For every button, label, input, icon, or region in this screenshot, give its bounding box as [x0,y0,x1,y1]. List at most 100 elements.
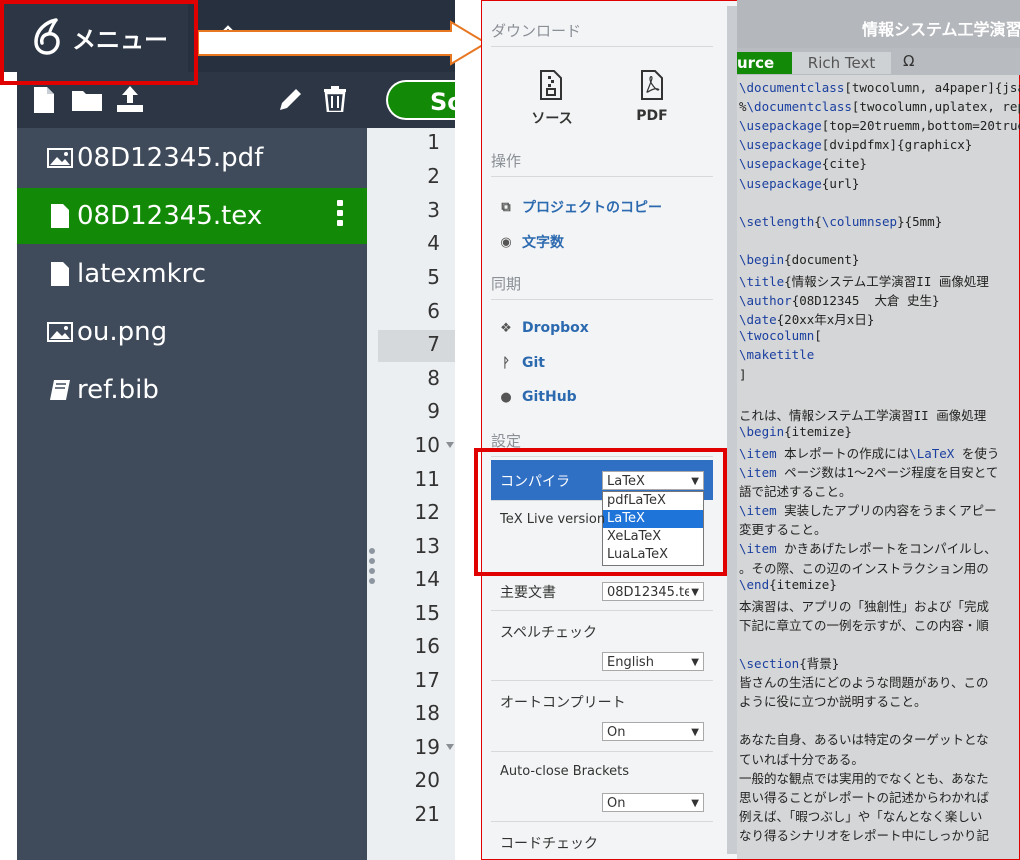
copy-project-label: プロジェクトのコピー [522,200,662,216]
file-name: ref.bib [77,375,159,405]
line-number: 19 [414,735,440,759]
code-line: \section{背景} [739,656,840,671]
code-line: \begin{itemize} [739,423,852,439]
main-document-label: 主要文書 [500,585,556,601]
new-file-icon[interactable] [32,87,56,113]
code-check-label: コードチェック [500,836,598,852]
file-options-kebab-icon[interactable] [337,200,343,226]
code-line: ] [739,366,747,382]
line-number: 15 [414,601,440,625]
code-line: 皆さんの生活にどのような問題があり、この [739,675,989,691]
panel-resize-handle[interactable] [369,548,375,588]
line-number: 10 [414,433,440,457]
git-sync-link[interactable]: ᚹ Git [498,355,545,371]
file-item-latexmkrc[interactable]: latexmkrc [17,246,367,302]
download-pdf-button[interactable]: PDF [626,70,678,130]
line-number: 9 [427,399,440,423]
github-sync-link[interactable]: ● GitHub [498,389,577,405]
autocomplete-label: オートコンプリート [500,695,626,711]
left-margin [0,72,17,860]
code-line: \usepackage{url} [739,175,860,191]
spellcheck-select[interactable]: English ▼ [602,652,704,671]
github-label: GitHub [522,389,577,405]
line-number: 16 [414,634,440,658]
code-line: \usepackage[top=20truemm,bottom=20truem [739,118,1020,134]
callout-arrow-icon [198,20,488,66]
copy-project-link[interactable]: ⧉ プロジェクトのコピー [498,197,662,217]
code-line: \setlength{\columnsep}{5mm} [739,213,943,229]
file-pdf-icon [641,70,663,100]
download-source-label: ソース [531,111,573,127]
project-title: 情報システム工学演習 [862,20,1020,39]
chevron-down-icon: ▼ [691,798,699,809]
book-icon [47,377,73,403]
code-line: \twocolumn[ [739,328,822,344]
autocomplete-select[interactable]: On ▼ [602,722,704,741]
code-line: ように役に立つか説明すること。 [739,694,927,710]
download-source-button[interactable]: ソース [526,70,578,130]
delete-trash-icon[interactable] [324,86,346,112]
word-count-link[interactable]: ◉ 文字数 [498,232,564,252]
actions-section-title: 操作 [491,152,522,170]
divider [491,299,713,300]
dropbox-label: Dropbox [522,320,589,336]
file-name: latexmkrc [77,259,207,289]
chevron-down-icon: ▼ [689,583,699,600]
code-line: これは、情報システム工学演習II 画像処理 [739,407,987,423]
fold-arrow-icon[interactable] [446,442,454,448]
code-line: 思い得ることがレポートの記述からわかれば [739,789,990,805]
code-line: 一般的な観点では実用的でなくとも、あなた [739,770,989,786]
code-line: 下記に章立ての一例を示すが、この内容・順 [739,617,989,633]
source-mode-button[interactable]: So [386,80,464,120]
divider [491,46,713,47]
code-line: \usepackage[dvipdfmx]{graphicx} [739,137,973,153]
code-line: \documentclass[twocolumn, a4paper]{jsar [739,80,1020,95]
git-label: Git [522,355,545,371]
file-item-tex[interactable]: 08D12345.tex [17,188,367,244]
main-document-value: 08D12345.tex [607,585,700,600]
tab-rich-text[interactable]: Rich Text [792,52,891,74]
code-line: \item ページ数は1～2ページ程度を目安とて [739,465,999,480]
file-item-bib[interactable]: ref.bib [17,362,367,418]
github-icon: ● [500,389,512,405]
upload-icon[interactable] [116,86,144,112]
code-line: 本演習は、アプリの「独創性」および「完成 [739,598,990,614]
rename-pencil-icon[interactable] [278,86,304,112]
download-section-title: ダウンロード [491,22,582,40]
spellcheck-label: スペルチェック [500,625,598,641]
new-folder-icon[interactable] [72,89,102,111]
code-line: \item 本レポートの作成には\LaTeX を使う [739,445,1000,461]
git-icon: ᚹ [502,355,510,371]
eye-icon: ◉ [500,234,512,250]
line-number: 7 [427,332,440,356]
line-number: 14 [414,567,440,591]
tab-source[interactable]: urce [737,52,792,74]
image-file-icon [47,319,73,345]
fold-arrow-icon[interactable] [446,744,454,750]
settings-scrollbar[interactable] [727,6,737,854]
code-line: \begin{document} [739,251,860,267]
code-line: あなた自身、あるいは特定のターゲットとな [739,732,989,748]
chevron-down-icon: ▼ [691,657,699,668]
line-number: 4 [427,231,440,255]
divider [491,176,713,177]
file-item-png[interactable]: ou.png [17,304,367,360]
dropbox-sync-link[interactable]: ❖ Dropbox [498,320,589,336]
file-item-pdf[interactable]: 08D12345.pdf [17,130,367,186]
symbol-palette-button[interactable]: Ω [903,52,914,70]
file-archive-icon [540,70,562,100]
dropbox-icon: ❖ [500,320,512,336]
code-line: \item かきあげたレポートをコンパイルし、 [739,541,997,557]
code-line: \end{itemize} [739,576,837,592]
download-pdf-label: PDF [636,108,668,124]
main-document-select[interactable]: 08D12345.tex ▼ [602,582,704,601]
line-number: 2 [427,164,440,188]
divider [491,821,713,822]
menu-highlight-box [0,0,198,85]
code-line: \maketitle [739,347,815,363]
code-line: \usepackage{cite} [739,156,867,172]
file-name: ou.png [77,317,168,347]
code-line: なり得るシナリオをレポート中にしっかり記 [739,827,990,843]
code-line: \item 実装したアプリの内容をうまくアピー [739,503,997,519]
autoclose-brackets-select[interactable]: On ▼ [602,793,704,812]
